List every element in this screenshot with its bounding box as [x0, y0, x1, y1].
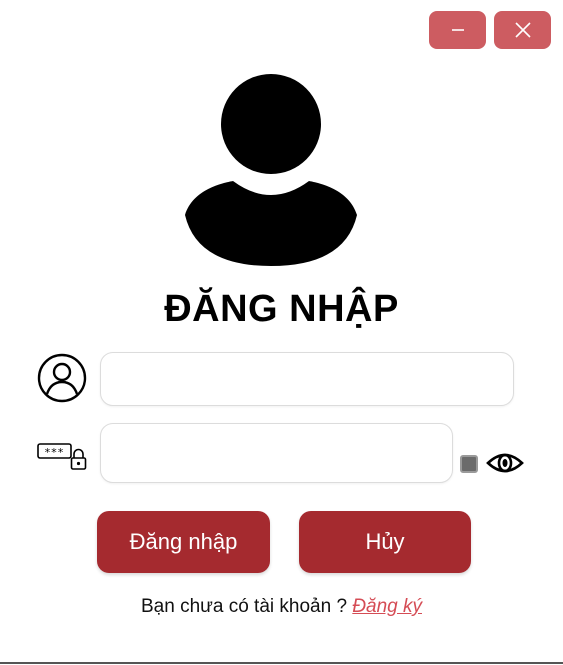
- close-button[interactable]: [494, 11, 551, 49]
- minimize-icon: [451, 29, 464, 31]
- eye-icon[interactable]: [486, 450, 524, 476]
- minimize-button[interactable]: [429, 11, 486, 49]
- login-button[interactable]: Đăng nhập: [97, 511, 270, 573]
- register-prompt-line: Bạn chưa có tài khoản ? Đăng ký: [0, 596, 563, 618]
- cancel-button-label: Hủy: [365, 529, 405, 554]
- password-lock-icon: ***: [37, 443, 87, 470]
- login-button-label: Đăng nhập: [129, 529, 238, 554]
- close-icon: [514, 22, 531, 38]
- register-prompt-text: Bạn chưa có tài khoản ?: [140, 596, 348, 617]
- svg-text:***: ***: [44, 446, 64, 459]
- user-silhouette-icon: [185, 74, 357, 266]
- username-input[interactable]: [100, 352, 514, 406]
- bottom-divider: [0, 662, 563, 664]
- show-password-checkbox[interactable]: [460, 455, 478, 473]
- register-link[interactable]: Đăng ký: [352, 596, 422, 617]
- user-circle-icon: [37, 353, 87, 403]
- password-input[interactable]: [100, 423, 453, 483]
- page-title: ĐĂNG NHẬP: [164, 288, 399, 330]
- cancel-button[interactable]: Hủy: [299, 511, 471, 573]
